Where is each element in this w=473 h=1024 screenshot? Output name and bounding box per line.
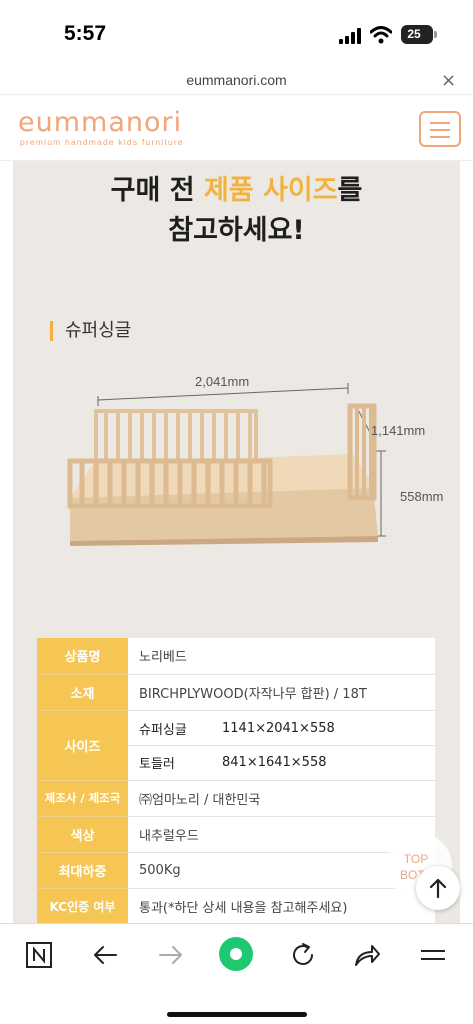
status-bar: 5:57 25: [0, 0, 473, 70]
hamburger-icon[interactable]: [419, 111, 461, 147]
spec-value: 내추럴우드: [128, 816, 435, 853]
wifi-icon: [370, 26, 392, 44]
spec-label: 사이즈: [37, 710, 128, 781]
spec-label: 소재: [37, 674, 128, 711]
spec-label: 제조사 / 제조국: [37, 780, 128, 817]
spec-value: 통과(*하단 상세 내용을 참고해주세요): [128, 888, 435, 923]
headline-prefix: 구매 전: [110, 175, 204, 206]
menu-icon[interactable]: [418, 940, 448, 970]
home-circle-icon[interactable]: [218, 936, 254, 972]
spec-label: 최대하중: [37, 852, 128, 889]
spec-label: 색상: [37, 816, 128, 853]
scroll-up-button[interactable]: [416, 866, 460, 910]
size-name: 토들러: [139, 757, 175, 772]
spec-table: 상품명 노리베드 소재 BIRCHPLYWOOD(자작나무 합판) / 18T …: [37, 638, 435, 923]
back-arrow-icon[interactable]: [90, 940, 120, 970]
top-label: TOP: [403, 852, 429, 866]
spec-value: BIRCHPLYWOOD(자작나무 합판) / 18T: [128, 674, 435, 711]
spec-label: KC인증 여부: [37, 888, 128, 923]
site-logo[interactable]: eummanori: [18, 107, 182, 138]
battery-icon: 25: [401, 25, 433, 44]
n-tab-icon[interactable]: [24, 940, 54, 970]
product-size-section: 구매 전 제품 사이즈를 참고하세요! 슈퍼싱글 2,041mm 1,141mm…: [13, 161, 460, 923]
size-value: 1141×2041×558: [222, 720, 335, 736]
spec-value: 노리베드: [128, 638, 435, 675]
up-arrow-icon: [429, 878, 447, 899]
table-row: 사이즈 슈퍼싱글 1141×2041×558 토들러 841×1641×558: [37, 710, 435, 781]
url-text[interactable]: eummanori.com: [0, 72, 473, 88]
table-row: KC인증 여부 통과(*하단 상세 내용을 참고해주세요): [37, 888, 435, 923]
spec-value: ㈜엄마노리 / 대한민국: [128, 780, 435, 817]
headline: 구매 전 제품 사이즈를 참고하세요!: [13, 171, 460, 251]
signal-icon: [339, 28, 361, 44]
bed-illustration: [67, 383, 386, 546]
close-icon[interactable]: ×: [441, 70, 456, 91]
share-icon[interactable]: [352, 940, 382, 970]
section-title: 슈퍼싱글: [50, 321, 131, 341]
table-row: 상품명 노리베드: [37, 638, 435, 675]
url-bar[interactable]: eummanori.com ×: [0, 70, 473, 94]
dimension-height: 558mm: [400, 489, 444, 504]
battery-level: 25: [407, 27, 421, 41]
table-row: 색상 내추럴우드: [37, 816, 435, 853]
size-cell: 슈퍼싱글 1141×2041×558 토들러 841×1641×558: [128, 710, 435, 781]
dimension-width: 2,041mm: [195, 374, 250, 389]
dimension-depth: 1,141mm: [371, 423, 426, 438]
table-row: 제조사 / 제조국 ㈜엄마노리 / 대한민국: [37, 780, 435, 817]
headline-suffix: 를: [337, 175, 363, 206]
size-value: 841×1641×558: [222, 755, 327, 770]
size-name: 슈퍼싱글: [139, 722, 187, 738]
size-row: 토들러 841×1641×558: [128, 745, 435, 779]
refresh-icon[interactable]: [288, 940, 318, 970]
table-row: 최대하중 500Kg: [37, 852, 435, 889]
spec-label: 상품명: [37, 638, 128, 675]
status-time: 5:57: [64, 22, 107, 45]
headline-highlight: 제품 사이즈: [203, 175, 338, 206]
site-header: eummanori premium handmade kids furnitur…: [0, 94, 473, 161]
site-tagline: premium handmade kids furniture: [20, 137, 184, 147]
browser-toolbar: [0, 923, 473, 1024]
size-row: 슈퍼싱글 1141×2041×558: [128, 711, 435, 745]
headline-line2: 참고하세요!: [168, 215, 305, 246]
table-row: 소재 BIRCHPLYWOOD(자작나무 합판) / 18T: [37, 674, 435, 711]
battery-cap: [434, 31, 437, 38]
forward-arrow-icon[interactable]: [156, 940, 186, 970]
home-indicator: [167, 1012, 307, 1017]
